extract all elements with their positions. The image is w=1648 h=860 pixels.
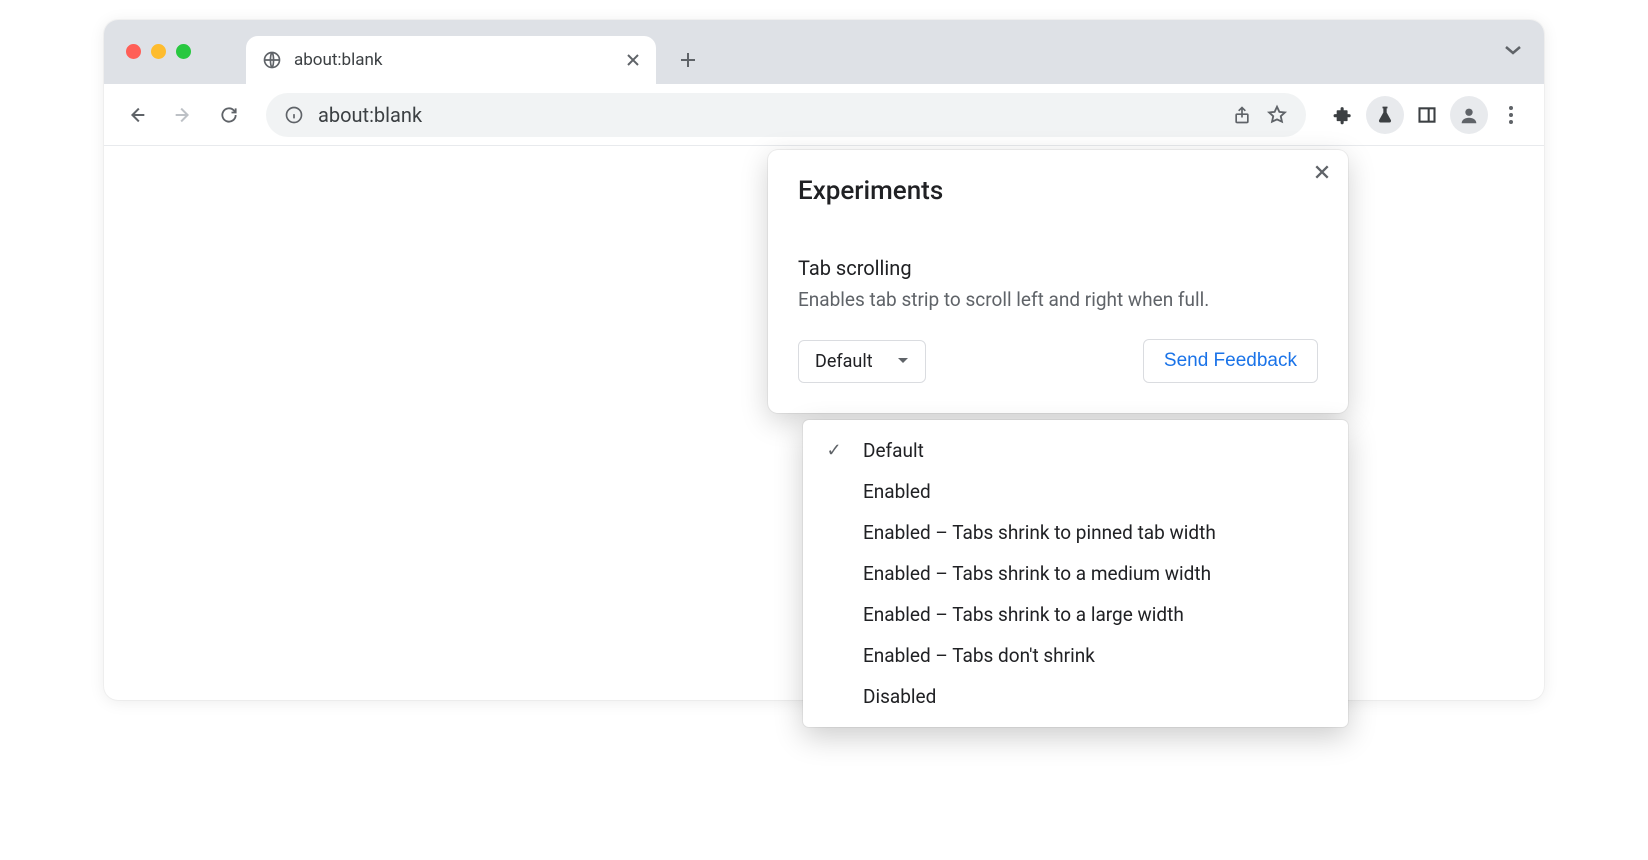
forward-button[interactable] — [164, 96, 202, 134]
popup-close-icon[interactable] — [1314, 164, 1330, 180]
experiments-flask-icon[interactable] — [1366, 96, 1404, 134]
experiment-name: Tab scrolling — [798, 256, 1318, 280]
side-panel-icon[interactable] — [1408, 96, 1446, 134]
dropdown-option-label: Default — [863, 439, 924, 462]
toolbar: about:blank — [104, 84, 1544, 146]
dropdown-option[interactable]: Enabled — [803, 471, 1348, 512]
experiment-description: Enables tab strip to scroll left and rig… — [798, 288, 1318, 311]
profile-avatar-icon[interactable] — [1450, 96, 1488, 134]
minimize-window-button[interactable] — [151, 44, 166, 59]
url-text: about:blank — [318, 103, 1218, 127]
experiments-popup: Experiments Tab scrolling Enables tab st… — [768, 150, 1348, 413]
send-feedback-button[interactable]: Send Feedback — [1143, 339, 1318, 383]
dropdown-option-label: Enabled — [863, 480, 931, 503]
new-tab-button[interactable] — [670, 42, 706, 78]
globe-icon — [262, 50, 282, 70]
tab-strip: about:blank — [104, 20, 1544, 84]
dropdown-option[interactable]: Enabled – Tabs don't shrink — [803, 635, 1348, 676]
fullscreen-window-button[interactable] — [176, 44, 191, 59]
reload-button[interactable] — [210, 96, 248, 134]
dropdown-option[interactable]: Disabled — [803, 676, 1348, 717]
dropdown-option-label: Disabled — [863, 685, 936, 708]
address-bar[interactable]: about:blank — [266, 93, 1306, 137]
experiment-value-select[interactable]: Default — [798, 340, 926, 383]
share-icon[interactable] — [1232, 105, 1252, 125]
dropdown-option-label: Enabled – Tabs shrink to a large width — [863, 603, 1184, 626]
back-button[interactable] — [118, 96, 156, 134]
dropdown-option[interactable]: Enabled – Tabs shrink to a medium width — [803, 553, 1348, 594]
dropdown-option-label: Enabled – Tabs shrink to a medium width — [863, 562, 1211, 585]
check-icon: ✓ — [823, 440, 845, 461]
bookmark-star-icon[interactable] — [1266, 104, 1288, 126]
popup-title: Experiments — [798, 176, 1318, 206]
close-tab-icon[interactable] — [626, 53, 640, 67]
caret-down-icon — [897, 357, 909, 365]
dropdown-option[interactable]: ✓ Default — [803, 430, 1348, 471]
dropdown-option-label: Enabled – Tabs don't shrink — [863, 644, 1095, 667]
dropdown-option[interactable]: Enabled – Tabs shrink to pinned tab widt… — [803, 512, 1348, 553]
experiment-options-dropdown: ✓ Default Enabled Enabled – Tabs shrink to … — [803, 420, 1348, 727]
menu-button[interactable] — [1492, 96, 1530, 134]
select-value: Default — [815, 351, 873, 372]
close-window-button[interactable] — [126, 44, 141, 59]
tab-overflow-button[interactable] — [1504, 44, 1522, 56]
browser-tab[interactable]: about:blank — [246, 36, 656, 84]
dropdown-option[interactable]: Enabled – Tabs shrink to a large width — [803, 594, 1348, 635]
toolbar-actions — [1324, 96, 1530, 134]
tab-title: about:blank — [294, 50, 614, 70]
window-controls — [126, 44, 191, 59]
site-info-icon[interactable] — [284, 105, 304, 125]
browser-window: about:blank about:blank — [104, 20, 1544, 700]
dropdown-option-label: Enabled – Tabs shrink to pinned tab widt… — [863, 521, 1216, 544]
extensions-icon[interactable] — [1324, 96, 1362, 134]
